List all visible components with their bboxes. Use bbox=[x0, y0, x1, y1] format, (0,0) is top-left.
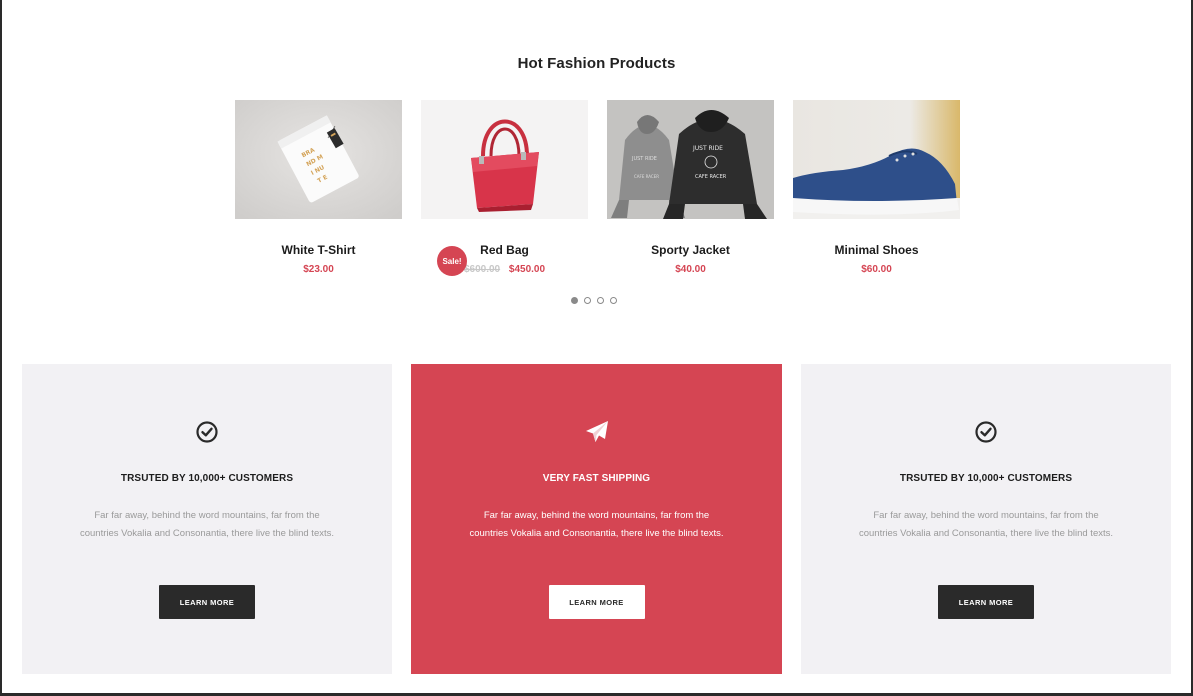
feature-card-trusted: TRSUTED BY 10,000+ CUSTOMERS Far far awa… bbox=[22, 364, 392, 674]
learn-more-button[interactable]: LEARN MORE bbox=[548, 585, 645, 619]
product-image-minimal-shoes[interactable] bbox=[793, 100, 960, 219]
feature-card-shipping: VERY FAST SHIPPING Far far away, behind … bbox=[411, 364, 782, 674]
carousel-dot-3[interactable] bbox=[597, 297, 604, 304]
carousel-pagination bbox=[571, 297, 617, 304]
product-card[interactable]: Sale! Red Bag $600.00 $450.00 bbox=[421, 100, 588, 276]
check-circle-icon bbox=[974, 420, 998, 444]
feature-description: Far far away, behind the word mountains,… bbox=[79, 510, 335, 539]
product-old-price: $600.00 bbox=[463, 264, 501, 275]
feature-title: TRSUTED BY 10,000+ CUSTOMERS bbox=[120, 473, 294, 484]
svg-text:CAFE RACER: CAFE RACER bbox=[634, 174, 659, 179]
product-carousel: BRA ND M I NU T E White T-Shirt $23.00 S… bbox=[235, 100, 960, 276]
paper-plane-icon bbox=[585, 420, 609, 444]
product-price: $40.00 bbox=[675, 264, 706, 275]
carousel-dot-4[interactable] bbox=[610, 297, 617, 304]
section-title: Hot Fashion Products bbox=[517, 55, 676, 72]
feature-title: VERY FAST SHIPPING bbox=[542, 473, 651, 484]
feature-card-trusted-2: TRSUTED BY 10,000+ CUSTOMERS Far far awa… bbox=[801, 364, 1171, 674]
product-image-red-bag[interactable] bbox=[421, 100, 588, 219]
carousel-dot-2[interactable] bbox=[584, 297, 591, 304]
product-name[interactable]: Sporty Jacket bbox=[607, 243, 774, 257]
product-price: $60.00 bbox=[861, 264, 892, 275]
product-card[interactable]: Minimal Shoes $60.00 bbox=[793, 100, 960, 275]
carousel-dot-1[interactable] bbox=[571, 297, 578, 304]
product-price: $23.00 bbox=[303, 264, 334, 275]
feature-description: Far far away, behind the word mountains,… bbox=[469, 510, 724, 539]
learn-more-button[interactable]: LEARN MORE bbox=[159, 585, 255, 619]
learn-more-button[interactable]: LEARN MORE bbox=[938, 585, 1034, 619]
feature-description: Far far away, behind the word mountains,… bbox=[858, 510, 1114, 539]
product-name[interactable]: Minimal Shoes bbox=[793, 243, 960, 257]
feature-title: TRSUTED BY 10,000+ CUSTOMERS bbox=[899, 473, 1073, 484]
svg-text:CAFE RACER: CAFE RACER bbox=[695, 174, 727, 180]
product-price-row: $23.00 bbox=[235, 264, 402, 275]
product-image-sporty-jacket[interactable]: JUST RIDE CAFE RACER JUST RIDE CAFE RACE… bbox=[607, 100, 774, 219]
product-name[interactable]: White T-Shirt bbox=[235, 243, 402, 257]
check-circle-icon bbox=[195, 420, 219, 444]
product-card[interactable]: BRA ND M I NU T E White T-Shirt $23.00 bbox=[235, 100, 402, 275]
product-price: $450.00 bbox=[508, 264, 546, 275]
product-image-white-tshirt[interactable]: BRA ND M I NU T E bbox=[235, 100, 402, 219]
product-price-row: $40.00 bbox=[607, 264, 774, 275]
svg-text:JUST RIDE: JUST RIDE bbox=[692, 145, 723, 152]
sale-badge: Sale! bbox=[437, 246, 467, 276]
product-price-row: $60.00 bbox=[793, 264, 960, 275]
svg-text:JUST RIDE: JUST RIDE bbox=[631, 156, 657, 162]
product-card[interactable]: JUST RIDE CAFE RACER JUST RIDE CAFE RACE… bbox=[607, 100, 774, 275]
